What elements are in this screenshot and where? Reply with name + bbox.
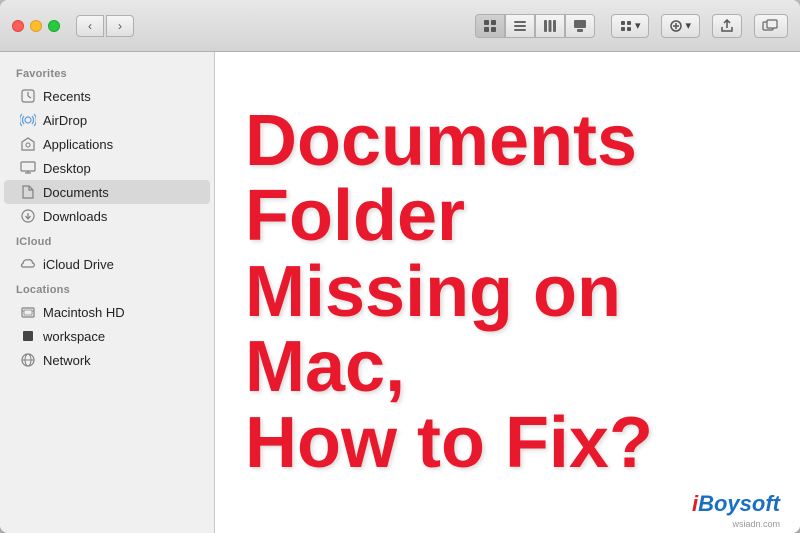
view-toggle-group bbox=[475, 14, 595, 38]
icloud-drive-icon bbox=[20, 256, 36, 272]
favorites-section-label: Favorites bbox=[0, 60, 214, 84]
downloads-icon bbox=[20, 208, 36, 224]
finder-window: ‹ › bbox=[0, 0, 800, 533]
desktop-label: Desktop bbox=[43, 161, 91, 176]
recents-icon bbox=[20, 88, 36, 104]
watermark: wsiadn.com bbox=[732, 519, 780, 529]
view-icon-button[interactable] bbox=[475, 14, 505, 38]
toolbar: ‹ › bbox=[0, 0, 800, 52]
headline-line3: How to Fix? bbox=[245, 406, 653, 482]
nav-buttons: ‹ › bbox=[76, 15, 134, 37]
icloud-drive-label: iCloud Drive bbox=[43, 257, 114, 272]
icloud-section-label: iCloud bbox=[0, 228, 214, 252]
forward-button[interactable]: › bbox=[106, 15, 134, 37]
sidebar-item-desktop[interactable]: Desktop bbox=[4, 156, 210, 180]
locations-section-label: Locations bbox=[0, 276, 214, 300]
sidebar-item-downloads[interactable]: Downloads bbox=[4, 204, 210, 228]
headline-line2: Missing on Mac, bbox=[245, 255, 770, 406]
content-area: Documents Folder Missing on Mac, How to … bbox=[215, 52, 800, 533]
sidebar-item-recents[interactable]: Recents bbox=[4, 84, 210, 108]
headline-line1: Documents Folder bbox=[245, 104, 770, 255]
group-chevron: ▾ bbox=[635, 19, 641, 32]
applications-icon bbox=[20, 136, 36, 152]
workspace-icon bbox=[20, 328, 36, 344]
airdrop-icon bbox=[20, 112, 36, 128]
brand-name: Boysoft bbox=[698, 491, 780, 516]
macintosh-hd-label: Macintosh HD bbox=[43, 305, 125, 320]
sidebar-item-workspace[interactable]: workspace bbox=[4, 324, 210, 348]
back-button[interactable]: ‹ bbox=[76, 15, 104, 37]
tag-button[interactable] bbox=[754, 14, 788, 38]
close-button[interactable] bbox=[12, 20, 24, 32]
documents-icon bbox=[20, 184, 36, 200]
sidebar: Favorites Recents bbox=[0, 52, 215, 533]
brand-label: iBoysoft bbox=[692, 491, 780, 517]
minimize-button[interactable] bbox=[30, 20, 42, 32]
overlay-text: Documents Folder Missing on Mac, How to … bbox=[215, 52, 800, 533]
documents-label: Documents bbox=[43, 185, 109, 200]
airdrop-label: AirDrop bbox=[43, 113, 87, 128]
desktop-icon bbox=[20, 160, 36, 176]
maximize-button[interactable] bbox=[48, 20, 60, 32]
view-cover-button[interactable] bbox=[565, 14, 595, 38]
downloads-label: Downloads bbox=[43, 209, 107, 224]
applications-label: Applications bbox=[43, 137, 113, 152]
sidebar-item-applications[interactable]: Applications bbox=[4, 132, 210, 156]
action-button[interactable]: ▾ bbox=[661, 14, 700, 38]
sidebar-item-network[interactable]: Network bbox=[4, 348, 210, 372]
sidebar-item-documents[interactable]: Documents bbox=[4, 180, 210, 204]
macintosh-hd-icon bbox=[20, 304, 36, 320]
recents-label: Recents bbox=[43, 89, 91, 104]
share-button[interactable] bbox=[712, 14, 742, 38]
view-list-button[interactable] bbox=[505, 14, 535, 38]
traffic-lights bbox=[12, 20, 60, 32]
sidebar-item-icloud-drive[interactable]: iCloud Drive bbox=[4, 252, 210, 276]
main-area: Favorites Recents bbox=[0, 52, 800, 533]
network-icon bbox=[20, 352, 36, 368]
action-chevron: ▾ bbox=[685, 19, 691, 32]
group-button[interactable]: ▾ bbox=[611, 14, 650, 38]
sidebar-item-macintosh-hd[interactable]: Macintosh HD bbox=[4, 300, 210, 324]
network-label: Network bbox=[43, 353, 91, 368]
workspace-label: workspace bbox=[43, 329, 105, 344]
view-column-button[interactable] bbox=[535, 14, 565, 38]
sidebar-item-airdrop[interactable]: AirDrop bbox=[4, 108, 210, 132]
